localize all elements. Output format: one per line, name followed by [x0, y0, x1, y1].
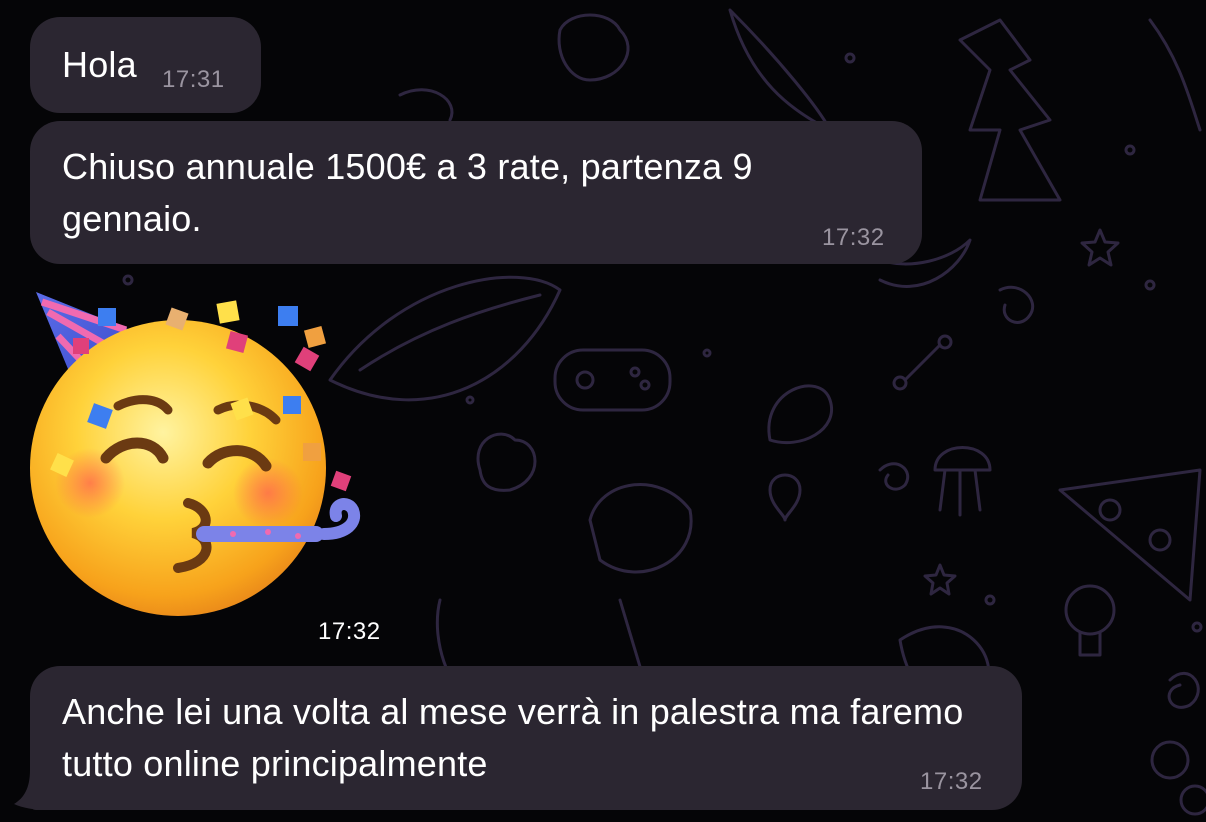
message-bubble[interactable]: Hola 17:31 — [30, 17, 261, 113]
message-bubble[interactable]: Chiuso annuale 1500€ a 3 rate, partenza … — [30, 121, 922, 264]
partying-face-sticker[interactable] — [28, 288, 368, 618]
message-text: Anche lei una volta al mese verrà in pal… — [62, 691, 964, 784]
message-timestamp: 17:31 — [162, 66, 225, 93]
message-text: Hola — [62, 44, 137, 85]
sticker-timestamp: 17:32 — [318, 618, 381, 645]
message-timestamp: 17:32 — [920, 768, 983, 795]
bubble-tail-icon — [14, 770, 44, 810]
message-text: Chiuso annuale 1500€ a 3 rate, partenza … — [62, 146, 753, 239]
message-bubble[interactable]: Anche lei una volta al mese verrà in pal… — [30, 666, 1022, 810]
message-timestamp: 17:32 — [822, 224, 885, 251]
